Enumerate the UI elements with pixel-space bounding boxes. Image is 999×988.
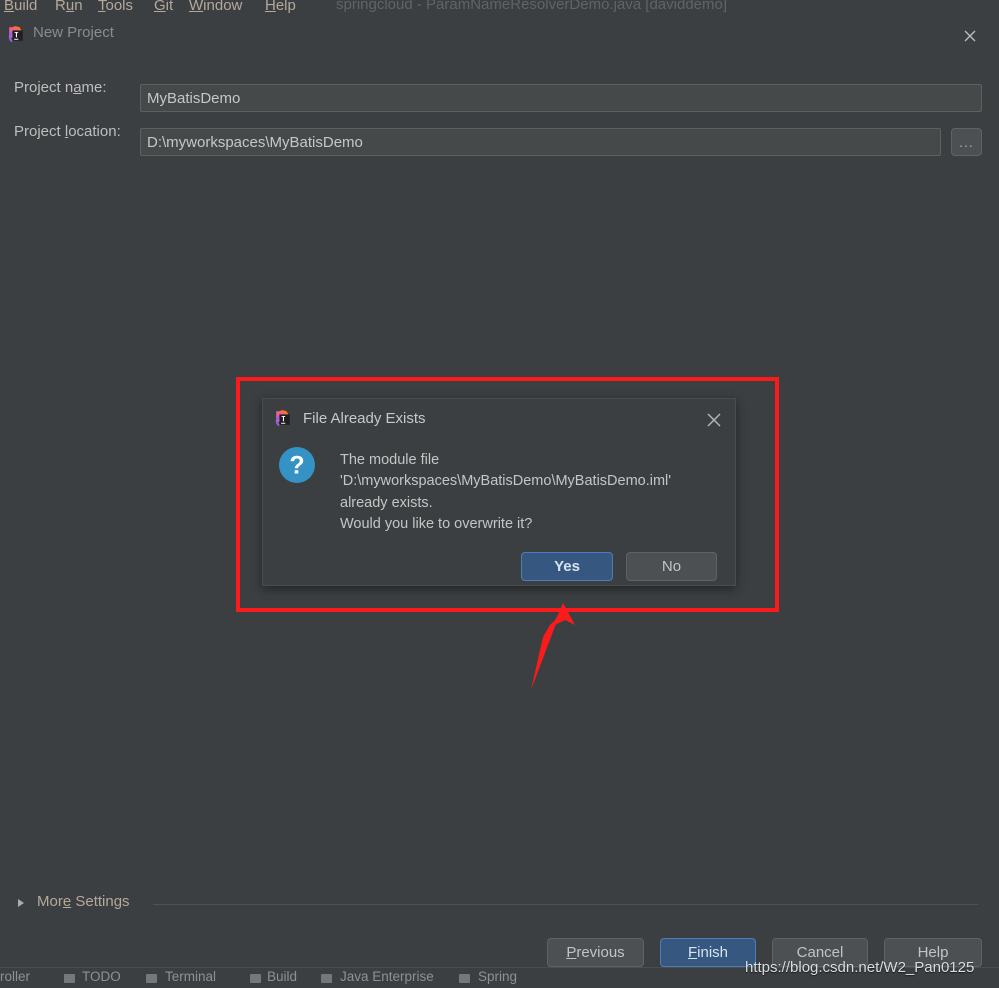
ide-window-title: springcloud - ParamNameResolverDemo.java… [336, 0, 728, 13]
project-name-input[interactable] [140, 84, 982, 112]
menu-item-build[interactable]: Build [4, 0, 37, 14]
previous-button[interactable]: Previous [547, 938, 644, 967]
tool-window-java-enterprise[interactable]: Java Enterprise [340, 969, 434, 984]
tool-window-todo[interactable]: TODO [82, 969, 121, 984]
tool-window-terminal[interactable]: Terminal [165, 969, 216, 984]
svg-text:?: ? [289, 452, 304, 480]
wizard-title-bar: New Project [0, 19, 999, 51]
close-icon[interactable] [955, 24, 985, 48]
menu-item-git[interactable]: Git [154, 0, 173, 14]
intellij-idea-icon [275, 410, 292, 427]
dialog-no-button[interactable]: No [626, 552, 717, 581]
chevron-right-icon [18, 899, 24, 907]
menu-item-run[interactable]: Run [55, 0, 83, 14]
intellij-idea-icon [8, 26, 25, 43]
dialog-yes-button[interactable]: Yes [521, 552, 613, 581]
dialog-title-bar: File Already Exists [263, 399, 735, 439]
ellipsis-icon: ... [959, 134, 974, 150]
question-mark-icon: ? [278, 446, 316, 484]
tool-window-build[interactable]: Build [267, 969, 297, 984]
project-location-label: Project location: [14, 123, 121, 140]
tool-window-spring[interactable]: Spring [478, 969, 517, 984]
menu-item-window[interactable]: Window [189, 0, 242, 14]
terminal-icon [146, 974, 157, 983]
spring-icon [459, 974, 470, 983]
more-settings-label: More Settings [37, 893, 130, 910]
menu-item-tools[interactable]: Tools [98, 0, 133, 14]
java-enterprise-icon [321, 974, 332, 983]
more-settings-expander[interactable]: More Settings [18, 893, 978, 915]
watermark-url: https://blog.csdn.net/W2_Pan0125 [745, 959, 975, 976]
menu-item-help[interactable]: Help [265, 0, 296, 14]
intellij-new-project-screen: Build Run Tools Git Window Help springcl… [0, 0, 999, 988]
dialog-message: The module file 'D:\myworkspaces\MyBatis… [340, 452, 672, 532]
finish-button[interactable]: Finish [660, 938, 756, 967]
ide-menu-bar: Build Run Tools Git Window Help springcl… [0, 0, 999, 19]
tool-window-controller[interactable]: roller [0, 969, 30, 984]
wizard-title: New Project [33, 24, 114, 41]
build-icon [250, 974, 261, 983]
project-name-label: Project name: [14, 79, 107, 96]
close-icon[interactable] [703, 409, 725, 431]
todo-icon [64, 974, 75, 983]
dialog-title: File Already Exists [303, 410, 426, 427]
divider [153, 904, 978, 905]
browse-folder-button[interactable]: ... [951, 128, 982, 156]
project-location-input[interactable] [140, 128, 941, 156]
